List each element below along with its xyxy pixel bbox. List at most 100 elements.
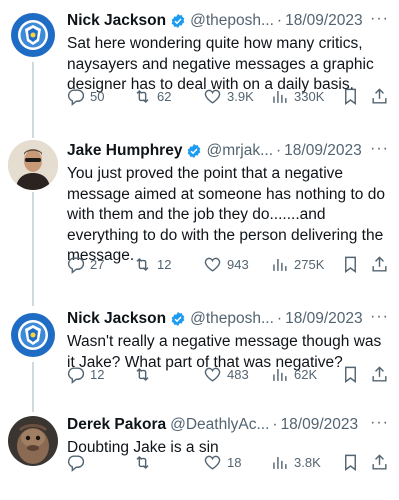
views-icon bbox=[273, 456, 287, 469]
like-count: 3.9K bbox=[227, 88, 254, 104]
retweet-button[interactable]: 12 bbox=[133, 254, 171, 274]
more-options-icon[interactable]: ··· bbox=[370, 140, 389, 158]
share-icon bbox=[372, 255, 387, 272]
views-count: 330K bbox=[294, 88, 325, 104]
like-button[interactable]: 483 bbox=[203, 364, 249, 384]
views-count: 275K bbox=[294, 256, 325, 272]
bookmark-icon bbox=[345, 88, 356, 105]
views-button[interactable]: 3.8K bbox=[270, 452, 321, 472]
share-button[interactable] bbox=[370, 364, 389, 384]
like-count: 943 bbox=[227, 256, 249, 272]
separator: · bbox=[272, 416, 278, 433]
heart-icon bbox=[204, 455, 221, 470]
reply-icon bbox=[67, 256, 85, 274]
tweet[interactable]: Derek Pakora @DeathlyAc... · 18/09/2023 … bbox=[0, 412, 399, 500]
tweet-header: Derek Pakora @DeathlyAc... · 18/09/2023 bbox=[67, 414, 391, 436]
views-count: 3.8K bbox=[294, 454, 321, 470]
like-button[interactable]: 18 bbox=[203, 452, 241, 472]
person-avatar-icon bbox=[8, 140, 58, 190]
retweet-count: 62 bbox=[157, 88, 172, 104]
bookmark-icon bbox=[345, 256, 356, 273]
author-handle[interactable]: @mrjak... bbox=[206, 142, 273, 160]
club-crest-avatar-icon bbox=[8, 310, 58, 360]
reply-count: 12 bbox=[90, 366, 105, 382]
verified-badge-icon bbox=[170, 13, 186, 29]
separator: · bbox=[276, 142, 282, 159]
avatar[interactable] bbox=[8, 140, 58, 190]
share-button[interactable] bbox=[370, 452, 389, 472]
bookmark-button[interactable] bbox=[341, 364, 360, 384]
club-crest-avatar-icon bbox=[8, 10, 58, 60]
tweet-date[interactable]: 18/09/2023 bbox=[281, 416, 359, 434]
more-options-icon[interactable]: ··· bbox=[370, 414, 389, 432]
share-button[interactable] bbox=[370, 254, 389, 274]
reply-button[interactable]: 12 bbox=[66, 364, 104, 384]
reply-button[interactable]: 50 bbox=[66, 86, 104, 106]
verified-badge-icon bbox=[186, 143, 202, 159]
reply-button[interactable]: 27 bbox=[66, 254, 104, 274]
reply-icon bbox=[67, 454, 85, 472]
like-count: 18 bbox=[227, 454, 242, 470]
views-button[interactable]: 330K bbox=[270, 86, 324, 106]
separator: · bbox=[276, 310, 283, 327]
author-name[interactable]: Nick Jackson bbox=[67, 310, 166, 328]
reply-count: 50 bbox=[90, 88, 105, 104]
like-button[interactable]: 3.9K bbox=[203, 86, 254, 106]
reply-icon bbox=[67, 88, 85, 106]
share-button[interactable] bbox=[370, 86, 389, 106]
views-icon bbox=[273, 368, 287, 381]
tweet-date[interactable]: 18/09/2023 bbox=[285, 12, 363, 30]
tweet-thread: Nick Jackson @theposh... · 18/09/2023 Sa… bbox=[0, 0, 399, 500]
tweet[interactable]: Nick Jackson @theposh... · 18/09/2023 Sa… bbox=[0, 0, 399, 128]
views-button[interactable]: 62K bbox=[270, 364, 317, 384]
tweet-header: Nick Jackson @theposh... · 18/09/2023 bbox=[67, 10, 391, 32]
bookmark-button[interactable] bbox=[341, 254, 360, 274]
avatar[interactable] bbox=[8, 10, 58, 60]
share-icon bbox=[372, 365, 387, 382]
author-handle[interactable]: @theposh... bbox=[190, 310, 274, 328]
retweet-button[interactable] bbox=[133, 364, 157, 384]
avatar[interactable] bbox=[8, 416, 58, 466]
heart-icon bbox=[204, 89, 221, 104]
retweet-count: 12 bbox=[157, 256, 172, 272]
author-handle[interactable]: @theposh... bbox=[190, 12, 274, 30]
more-options-icon[interactable]: ··· bbox=[370, 10, 389, 28]
share-icon bbox=[372, 87, 387, 104]
author-name[interactable]: Derek Pakora bbox=[67, 416, 166, 434]
more-options-icon[interactable]: ··· bbox=[370, 308, 389, 326]
separator: · bbox=[276, 12, 283, 29]
retweet-icon bbox=[136, 455, 149, 469]
views-count: 62K bbox=[294, 366, 318, 382]
retweet-button[interactable]: 62 bbox=[133, 86, 171, 106]
author-name[interactable]: Nick Jackson bbox=[67, 12, 166, 30]
heart-icon bbox=[204, 257, 221, 272]
like-count: 483 bbox=[227, 366, 249, 382]
retweet-icon bbox=[136, 257, 149, 271]
share-icon bbox=[372, 453, 387, 470]
bookmark-icon bbox=[345, 454, 356, 471]
bookmark-icon bbox=[345, 366, 356, 383]
tweet-date[interactable]: 18/09/2023 bbox=[285, 310, 363, 328]
views-icon bbox=[273, 258, 287, 271]
retweet-icon bbox=[136, 367, 149, 381]
verified-badge-icon bbox=[170, 311, 186, 327]
like-button[interactable]: 943 bbox=[203, 254, 249, 274]
tweet-date[interactable]: 18/09/2023 bbox=[284, 142, 362, 160]
retweet-button[interactable] bbox=[133, 452, 157, 472]
bookmark-button[interactable] bbox=[341, 86, 360, 106]
avatar[interactable] bbox=[8, 310, 58, 360]
tweet[interactable]: Nick Jackson @theposh... · 18/09/2023 Wa… bbox=[0, 306, 399, 402]
author-handle[interactable]: @DeathlyAc... bbox=[170, 416, 269, 434]
views-button[interactable]: 275K bbox=[270, 254, 324, 274]
bookmark-button[interactable] bbox=[341, 452, 360, 472]
author-name[interactable]: Jake Humphrey bbox=[67, 142, 182, 160]
reply-button[interactable] bbox=[66, 452, 90, 472]
tweet-header: Jake Humphrey @mrjak... · 18/09/2023 bbox=[67, 140, 391, 162]
reply-icon bbox=[67, 366, 85, 384]
reply-count: 27 bbox=[90, 256, 105, 272]
tweet-header: Nick Jackson @theposh... · 18/09/2023 bbox=[67, 308, 391, 330]
tweet[interactable]: Jake Humphrey @mrjak... · 18/09/2023 You… bbox=[0, 138, 399, 294]
views-icon bbox=[273, 90, 287, 103]
tweet-text: You just proved the point that a negativ… bbox=[67, 165, 385, 264]
retweet-icon bbox=[136, 89, 149, 103]
